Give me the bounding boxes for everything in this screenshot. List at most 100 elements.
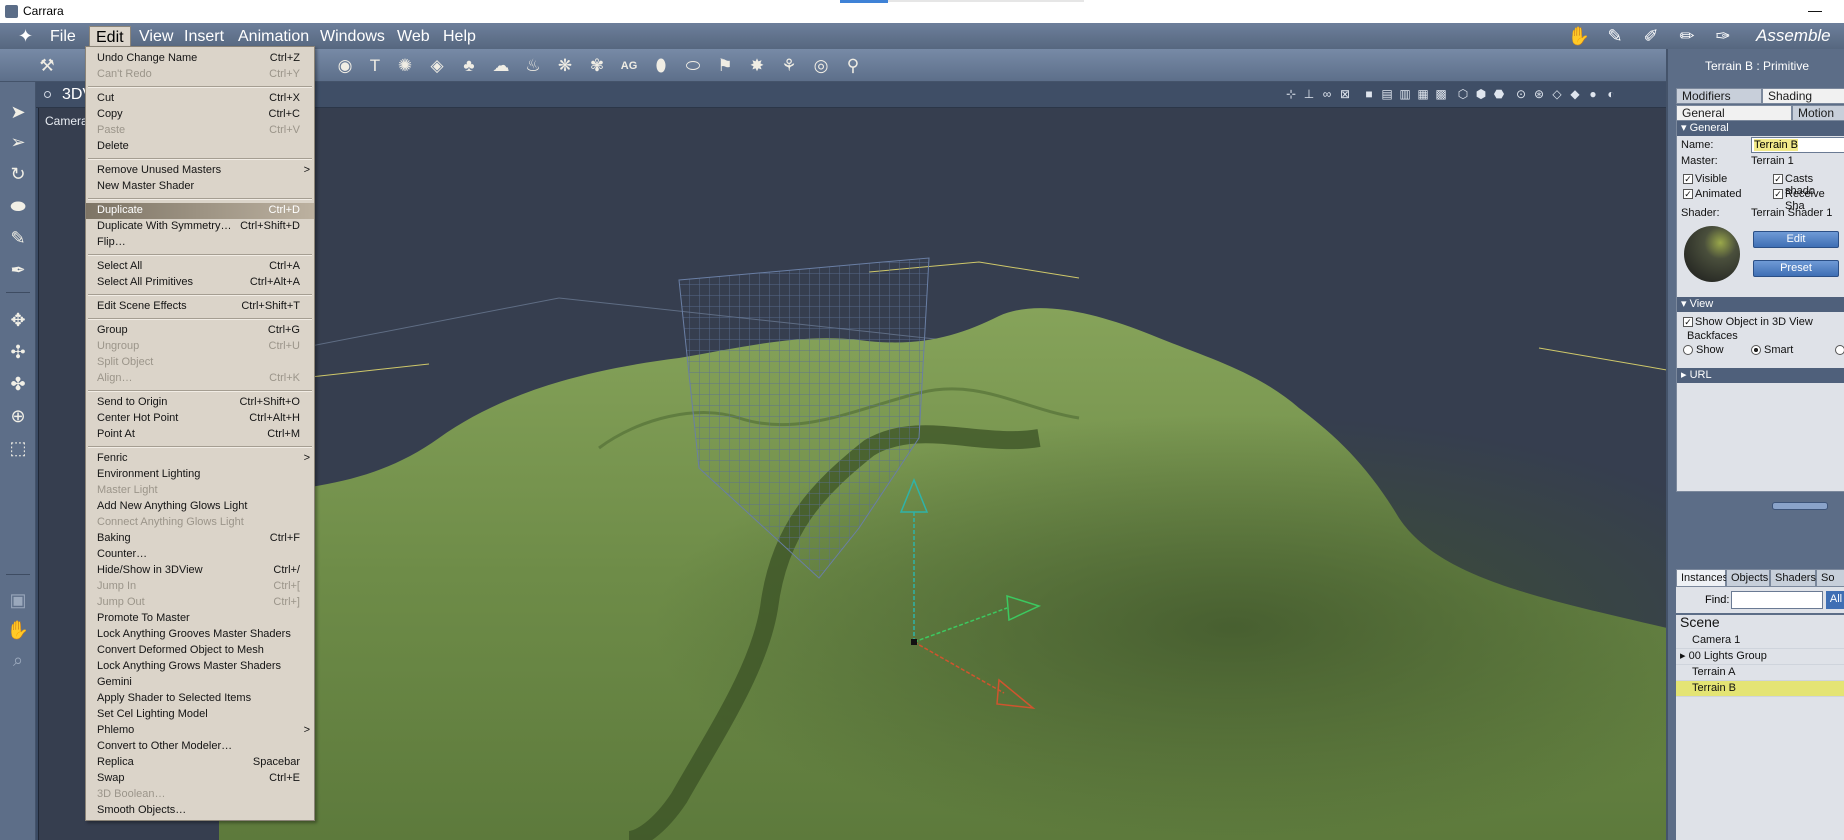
tree-item-lights-group[interactable]: ▸ 00 Lights Group [1676,649,1844,665]
menu-item-counter[interactable]: Counter… [86,547,314,563]
layout-quad-icon[interactable]: ▦ [1416,87,1430,101]
preset-shader-button[interactable]: Preset [1753,260,1839,277]
sculpt-tool-icon[interactable]: ⬭ [682,55,704,77]
menu-item-send-to-origin[interactable]: Send to Origin Ctrl+Shift+O [86,395,314,411]
visible-checkbox[interactable]: ✓ [1683,174,1693,184]
menu-item-replica[interactable]: Replica Spacebar [86,755,314,771]
menu-item-select-all[interactable]: Select All Ctrl+A [86,259,314,275]
menu-item-duplicate[interactable]: Duplicate Ctrl+D [86,203,314,219]
menu-view[interactable]: View [133,26,179,47]
room-storyboard-icon[interactable]: ✐ [1638,26,1664,46]
viewport-options-icon[interactable] [44,91,51,98]
move-all-icon[interactable]: ⊕ [6,404,30,428]
shade-smooth-icon[interactable]: ● [1586,87,1600,101]
menu-item-swap[interactable]: Swap Ctrl+E [86,771,314,787]
section-url[interactable]: ▸ URL [1677,368,1844,383]
menu-item-fenric[interactable]: Fenric > [86,451,314,467]
pencil-tool-icon[interactable]: ✎ [6,226,30,250]
hair-primitive-icon[interactable]: ✾ [586,55,608,77]
menu-item-edit-scene-effects[interactable]: Edit Scene Effects Ctrl+Shift+T [86,299,314,315]
menu-item-center-hot-point[interactable]: Center Hot Point Ctrl+Alt+H [86,411,314,427]
move-x-icon[interactable]: ✥ [6,308,30,332]
menu-web[interactable]: Web [391,26,436,47]
plant-primitive-icon[interactable]: ♣ [458,55,480,77]
scene-root[interactable]: Scene [1676,615,1844,633]
menu-file[interactable]: File [44,26,82,47]
menu-item-convert-deformed-object-to-mesh[interactable]: Convert Deformed Object to Mesh [86,643,314,659]
group-move-icon[interactable]: ⚘ [778,55,800,77]
menu-item-duplicate-with-symmetry[interactable]: Duplicate With Symmetry… Ctrl+Shift+D [86,219,314,235]
anything-glows-icon[interactable]: AG [618,55,640,77]
tab-shading[interactable]: Shading [1762,88,1844,104]
grid-toggle-icon[interactable]: ⊠ [1338,87,1352,101]
panel-splitter[interactable] [1772,502,1828,510]
menu-item-delete[interactable]: Delete [86,139,314,155]
camera-dolly-icon[interactable]: ◇ [1550,87,1564,101]
menu-item-promote-to-master[interactable]: Promote To Master [86,611,314,627]
menu-item-group[interactable]: Group Ctrl+G [86,323,314,339]
tab-modifiers[interactable]: Modifiers [1676,88,1762,104]
tree-item-terrain-b[interactable]: Terrain B [1676,681,1844,697]
layout-split-v-icon[interactable]: ▥ [1398,87,1412,101]
scale-tool-icon[interactable]: ⬬ [6,194,30,218]
edit-shader-button[interactable]: Edit [1753,231,1839,248]
hotpoint-icon[interactable]: ⊥ [1302,87,1316,101]
section-view[interactable]: ▾ View [1677,297,1844,312]
shade-preview-icon[interactable]: ◆ [1568,87,1582,101]
menu-help[interactable]: Help [437,26,482,47]
menu-item-flip[interactable]: Flip… [86,235,314,251]
direct-select-icon[interactable]: ➢ [6,130,30,154]
menu-item-baking[interactable]: Baking Ctrl+F [86,531,314,547]
move-y-icon[interactable]: ✣ [6,340,30,364]
section-general[interactable]: ▾ General [1677,121,1844,136]
backfaces-smart-radio[interactable] [1751,345,1761,355]
tab-motion[interactable]: Motion [1792,105,1844,121]
backfaces-show-radio[interactable] [1683,345,1693,355]
layout-multi-icon[interactable]: ▩ [1434,87,1448,101]
target-icon[interactable]: ◎ [810,55,832,77]
menu-item-smooth-objects[interactable]: Smooth Objects… [86,803,314,819]
menu-item-remove-unused-masters[interactable]: Remove Unused Masters > [86,163,314,179]
wand-tool-icon[interactable]: ⚒ [36,55,58,77]
menu-item-set-cel-lighting-model[interactable]: Set Cel Lighting Model [86,707,314,723]
menu-item-apply-shader-to-selected-items[interactable]: Apply Shader to Selected Items [86,691,314,707]
fit-icon[interactable]: ⊹ [1284,87,1298,101]
render-wire-icon[interactable]: ⬢ [1474,87,1488,101]
sphere-primitive-icon[interactable]: ◉ [334,55,356,77]
menu-item-point-at[interactable]: Point At Ctrl+M [86,427,314,443]
menu-windows[interactable]: Windows [314,26,391,47]
box-tool-icon[interactable]: ⬚ [6,436,30,460]
cloud-primitive-icon[interactable]: ☁ [490,55,512,77]
shader-preview[interactable] [1684,226,1740,282]
tab-objects[interactable]: Objects [1726,569,1770,587]
menu-item-lock-anything-grows-master-shaders[interactable]: Lock Anything Grows Master Shaders [86,659,314,675]
tab-shaders[interactable]: Shaders [1770,569,1816,587]
room-model-icon[interactable]: ✎ [1602,26,1628,46]
show-in-3d-checkbox[interactable]: ✓ [1683,317,1693,327]
move-z-icon[interactable]: ✤ [6,372,30,396]
render-flat-icon[interactable]: ⬣ [1492,87,1506,101]
camera-tool-icon[interactable]: ▣ [6,588,30,612]
arrow-select-icon[interactable]: ➤ [6,100,30,124]
link-icon[interactable]: ∞ [1320,87,1334,101]
hand-pan-icon[interactable]: ✋ [6,618,30,642]
light-icon[interactable]: ✸ [746,55,768,77]
receive-shadows-checkbox[interactable]: ✓ [1773,189,1783,199]
casts-shadows-checkbox[interactable]: ✓ [1773,174,1783,184]
menu-item-select-all-primitives[interactable]: Select All Primitives Ctrl+Alt+A [86,275,314,291]
pin-tool-icon[interactable]: ⚑ [714,55,736,77]
room-texture-icon[interactable]: ✏ [1674,26,1700,46]
eyedropper-icon[interactable]: ✒ [6,258,30,282]
menu-item-lock-anything-grooves-master-shaders[interactable]: Lock Anything Grooves Master Shaders [86,627,314,643]
tab-general[interactable]: General [1676,105,1792,121]
name-field[interactable]: Terrain B [1751,137,1844,153]
layout-split-h-icon[interactable]: ▤ [1380,87,1394,101]
render-box-icon[interactable]: ⬡ [1456,87,1470,101]
terrain-primitive-icon[interactable]: ◈ [426,55,448,77]
menu-item-cut[interactable]: Cut Ctrl+X [86,91,314,107]
particle-primitive-icon[interactable]: ❋ [554,55,576,77]
tree-item-terrain-a[interactable]: Terrain A [1676,665,1844,681]
menu-insert[interactable]: Insert [178,26,230,47]
menu-item-copy[interactable]: Copy Ctrl+C [86,107,314,123]
room-render-icon[interactable]: ✑ [1710,26,1736,46]
